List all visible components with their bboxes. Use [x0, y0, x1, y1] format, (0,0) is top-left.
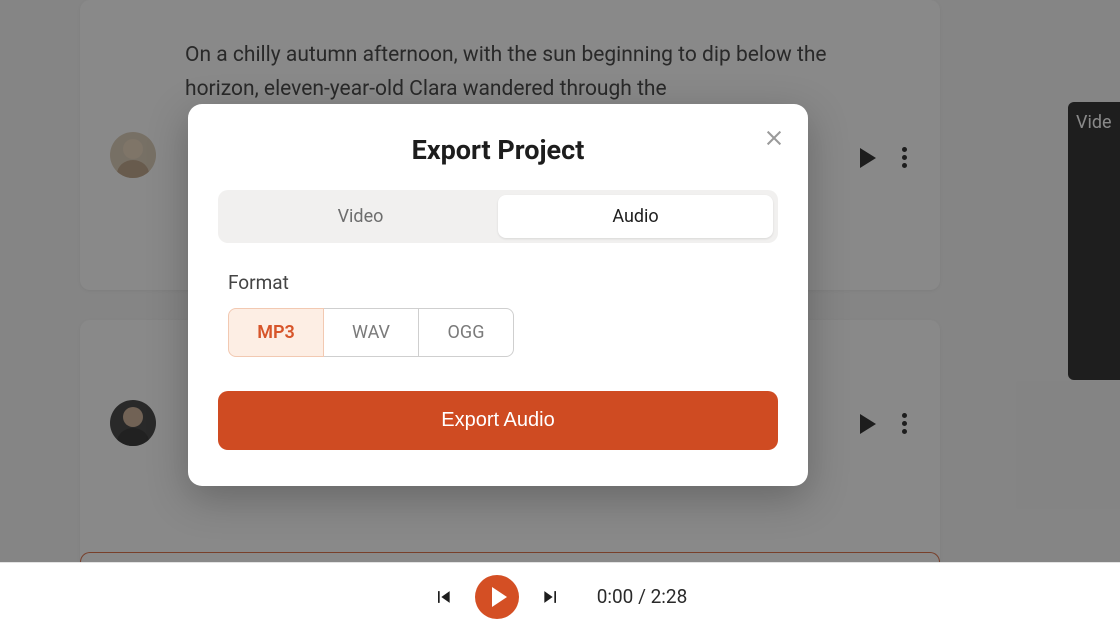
format-label: Format	[228, 271, 778, 294]
export-type-tabs: Video Audio	[218, 190, 778, 243]
export-project-modal: Export Project Video Audio Format MP3 WA…	[188, 104, 808, 486]
tab-video[interactable]: Video	[223, 195, 498, 238]
skip-previous-icon[interactable]	[433, 587, 453, 607]
export-audio-button[interactable]: Export Audio	[218, 391, 778, 450]
format-options: MP3 WAV OGG	[228, 308, 778, 357]
format-option-ogg[interactable]: OGG	[418, 308, 514, 357]
playback-bar: 0:00 / 2:28	[0, 562, 1120, 630]
play-button[interactable]	[475, 575, 519, 619]
playback-time: 0:00 / 2:28	[597, 585, 688, 608]
modal-title: Export Project	[218, 134, 778, 166]
close-icon[interactable]	[762, 126, 786, 150]
skip-next-icon[interactable]	[541, 587, 561, 607]
tab-audio[interactable]: Audio	[498, 195, 773, 238]
format-option-mp3[interactable]: MP3	[228, 308, 324, 357]
format-option-wav[interactable]: WAV	[323, 308, 419, 357]
